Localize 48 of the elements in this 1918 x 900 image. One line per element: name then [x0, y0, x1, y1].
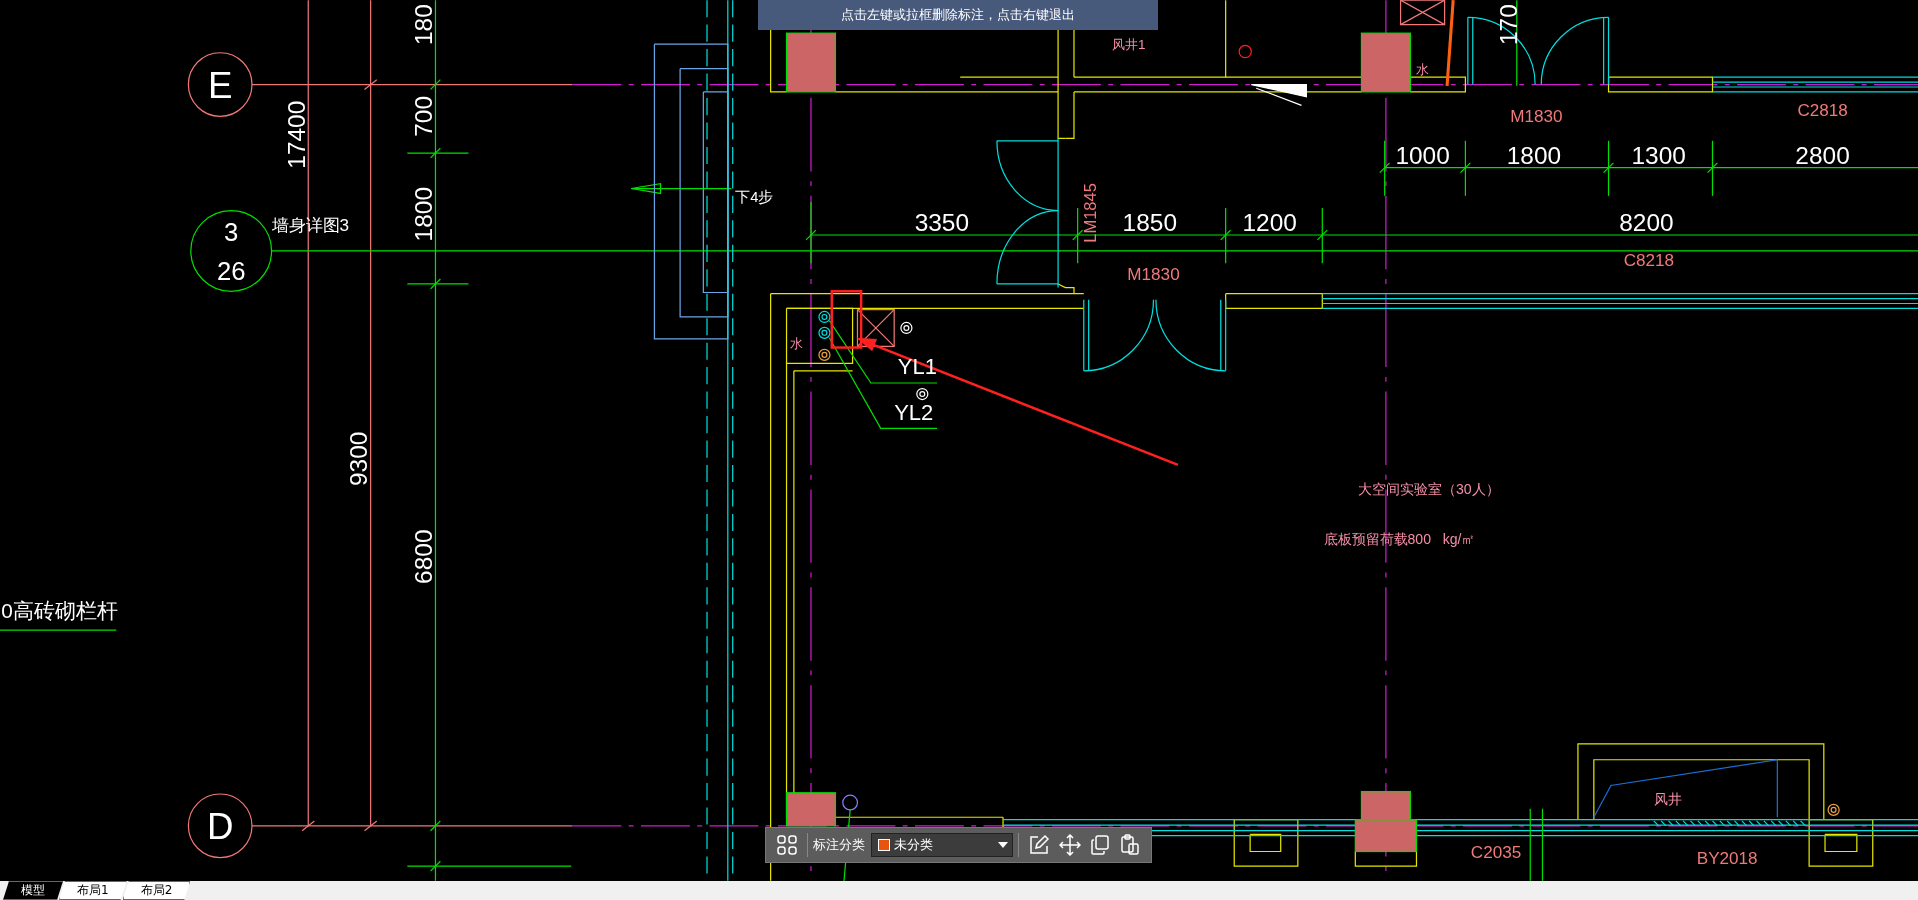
dimension-text: 1200 [1242, 209, 1297, 237]
dimension-text: 1850 [1122, 209, 1177, 237]
door-label: M1830 [1127, 265, 1180, 285]
selection-highlight [830, 290, 863, 349]
edit-icon[interactable] [1028, 834, 1051, 856]
layout-tab[interactable]: 模型 [3, 881, 63, 900]
dimension-text: 6800 [409, 529, 437, 584]
color-swatch-icon [878, 839, 891, 851]
dimension-text: 170 [1494, 4, 1522, 45]
detail-reference-bubble: 3 26 [190, 209, 273, 292]
door-label: LM1845 [1081, 183, 1099, 243]
fixture-label: 水 [790, 335, 804, 351]
paste-icon[interactable] [1118, 834, 1141, 856]
copy-icon[interactable] [1088, 834, 1111, 856]
room-label: 风井 [1653, 790, 1682, 807]
dimension-text: 1300 [1631, 142, 1686, 170]
dimension-text: 2800 [1795, 142, 1850, 170]
fixture-label: 水 [1416, 61, 1430, 77]
dimension-text: 17400 [282, 100, 310, 169]
room-label: 风井1 [1111, 37, 1146, 53]
move-icon[interactable] [1058, 834, 1081, 856]
layout-tab[interactable]: 布局2 [122, 881, 191, 900]
dimension-text: 3350 [914, 209, 970, 237]
toolbar-label: 标注分类 [813, 836, 866, 854]
dimension-text: 180 [409, 4, 437, 45]
dimension-text: 9300 [344, 431, 372, 487]
caret-icon [998, 842, 1009, 848]
window-label: C8218 [1623, 250, 1675, 270]
window-label: BY2018 [1696, 848, 1758, 868]
pipe-label: YL2 [894, 399, 934, 425]
room-label: 大空间实验室（30人） [1357, 481, 1500, 498]
dimension-text: 1800 [409, 187, 437, 242]
status-banner: 点击左键或拉框删除标注，点击右键退出 [758, 0, 1158, 30]
category-dropdown[interactable]: 未分类 [871, 833, 1014, 857]
pipe-label: YL1 [897, 354, 937, 380]
dimension-text: 1800 [1506, 142, 1562, 170]
window-label: C2818 [1797, 101, 1848, 121]
door-label: M1830 [1510, 107, 1563, 127]
layout-tab[interactable]: 布局1 [59, 881, 127, 900]
grid-icon[interactable] [776, 834, 799, 856]
note-text: 下4步 [735, 188, 774, 205]
dimension-text: 1000 [1395, 142, 1450, 170]
dimension-text: 700 [409, 95, 437, 137]
note-text: 0高砖砌栏杆 [1, 598, 118, 622]
window-label: C2035 [1470, 842, 1522, 862]
axis-bubble: D [187, 793, 253, 859]
axis-bubble: E [187, 52, 253, 117]
dimension-text: 8200 [1619, 209, 1674, 237]
